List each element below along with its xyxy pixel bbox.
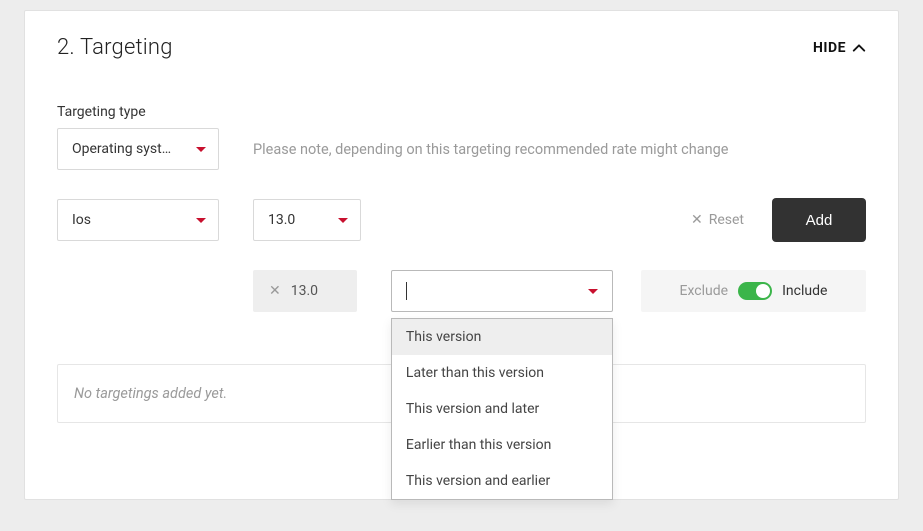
comparator-option[interactable]: This version and earlier	[392, 463, 612, 499]
targeting-type-label: Targeting type	[57, 104, 866, 120]
panel-body: Targeting type Operating syst… Please no…	[25, 68, 898, 447]
toggle-on-label: Include	[782, 283, 827, 299]
caret-down-icon	[196, 218, 206, 223]
comparator-dropdown: This version Later than this version Thi…	[391, 318, 613, 500]
text-caret	[406, 282, 407, 300]
comparator-select[interactable]	[391, 270, 613, 312]
panel-header: 2. Targeting HIDE	[25, 11, 898, 68]
comparator-option[interactable]: This version	[392, 319, 612, 355]
caret-down-icon	[588, 289, 598, 294]
toggle-off-label: Exclude	[680, 283, 729, 299]
x-icon: ✕	[691, 212, 703, 228]
platform-value: Ios	[72, 212, 186, 228]
section-title: 2. Targeting	[57, 35, 173, 60]
include-exclude-toggle: Exclude Include	[641, 270, 866, 312]
caret-down-icon	[338, 218, 348, 223]
hide-label: HIDE	[813, 40, 846, 56]
version-value: 13.0	[268, 212, 328, 228]
reset-button[interactable]: ✕ Reset	[691, 212, 744, 228]
platform-select[interactable]: Ios	[57, 199, 219, 241]
reset-label: Reset	[709, 212, 744, 228]
chip-value: 13.0	[291, 283, 318, 299]
version-chip: ✕ 13.0	[253, 270, 357, 312]
targeting-type-select[interactable]: Operating syst…	[57, 128, 219, 170]
comparator-option[interactable]: This version and later	[392, 391, 612, 427]
chevron-up-icon	[852, 41, 866, 55]
targeting-hint: Please note, depending on this targeting…	[253, 141, 728, 158]
hide-section-button[interactable]: HIDE	[813, 40, 866, 56]
add-button[interactable]: Add	[772, 198, 866, 242]
comparator-option[interactable]: Earlier than this version	[392, 427, 612, 463]
comparator-option[interactable]: Later than this version	[392, 355, 612, 391]
refine-row: ✕ 13.0 This version Later than this vers…	[57, 270, 866, 312]
include-switch[interactable]	[738, 282, 772, 300]
targeting-panel: 2. Targeting HIDE Targeting type Operati…	[24, 10, 899, 500]
targeting-type-value: Operating syst…	[72, 141, 186, 157]
switch-knob	[756, 284, 770, 298]
version-select[interactable]: 13.0	[253, 199, 361, 241]
caret-down-icon	[196, 147, 206, 152]
empty-state-text: No targetings added yet.	[74, 385, 227, 402]
os-version-row: Ios 13.0 ✕ Reset Add	[57, 198, 866, 242]
chip-remove-icon[interactable]: ✕	[269, 283, 281, 299]
comparator-wrap: This version Later than this version Thi…	[391, 270, 613, 312]
targeting-type-row: Operating syst… Please note, depending o…	[57, 128, 866, 170]
